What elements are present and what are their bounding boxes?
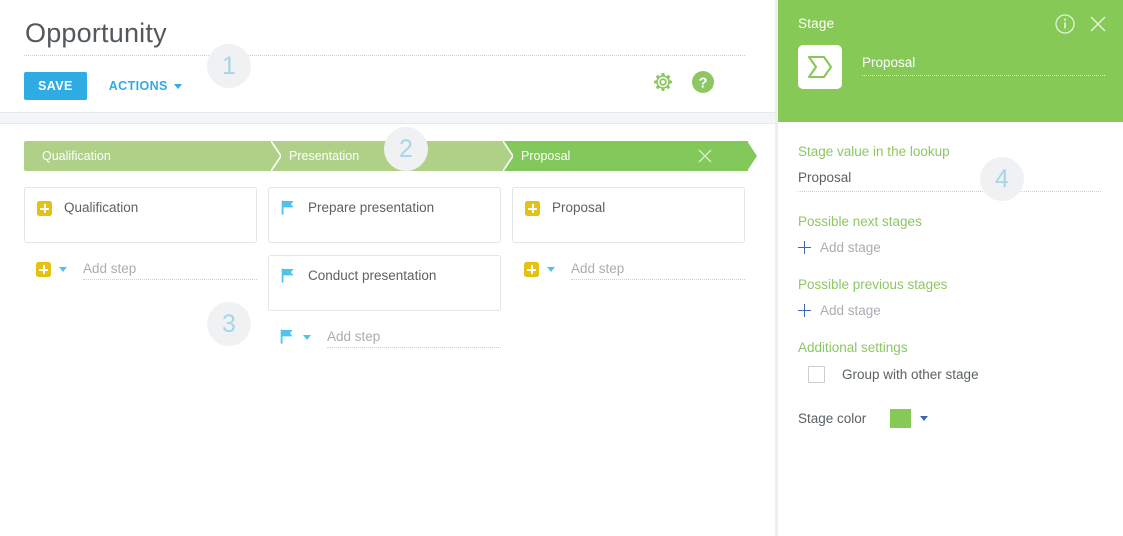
stage-bar: Qualification Presentation Proposal	[24, 141, 775, 171]
flag-icon	[281, 268, 296, 284]
plus-square-icon[interactable]	[524, 262, 539, 277]
stage-bar-wrapper: Qualification Presentation Proposal	[24, 141, 775, 171]
stage-segment-label: Proposal	[521, 149, 570, 163]
step-card-label: Prepare presentation	[308, 200, 434, 216]
stage-chevron-icon	[798, 45, 842, 89]
stage-column-proposal: Proposal Add step	[512, 187, 745, 351]
step-card[interactable]: Proposal	[512, 187, 745, 243]
plus-icon	[798, 241, 811, 254]
actions-label: ACTIONS	[109, 79, 168, 93]
stage-color-label: Stage color	[798, 411, 866, 426]
actions-dropdown-button[interactable]: ACTIONS	[109, 79, 182, 93]
plus-icon	[798, 304, 811, 317]
previous-stages-label: Possible previous stages	[798, 277, 1101, 292]
stage-segment-qualification[interactable]: Qualification	[24, 141, 271, 171]
stage-column-presentation: Prepare presentation Conduct presentatio…	[268, 187, 501, 351]
chevron-down-icon	[174, 84, 182, 89]
page-title: Opportunity	[24, 14, 745, 52]
panel-header-icons	[1055, 14, 1107, 34]
add-step-input[interactable]: Add step	[327, 326, 501, 348]
add-next-stage-button[interactable]: Add stage	[798, 240, 1101, 255]
stage-color-row: Stage color	[798, 409, 1101, 428]
panel-stage-row	[798, 45, 1105, 89]
stage-columns: Qualification Add step Prepare presentat…	[24, 187, 775, 351]
info-icon[interactable]	[1055, 14, 1075, 34]
step-card-label: Proposal	[552, 200, 605, 216]
step-card-label: Qualification	[64, 200, 138, 216]
step-card-label: Conduct presentation	[308, 268, 436, 284]
lookup-label: Stage value in the lookup	[798, 144, 1101, 159]
group-with-other-stage-row[interactable]: Group with other stage	[798, 366, 1101, 383]
toolbar-right-icons: ?	[651, 70, 715, 94]
page-header: Opportunity SAVE ACTIONS	[0, 0, 775, 102]
chevron-down-icon[interactable]	[59, 267, 67, 272]
add-step-input[interactable]: Add step	[83, 258, 257, 280]
toolbar: SAVE ACTIONS ?	[24, 56, 745, 102]
help-circle-icon[interactable]: ?	[691, 70, 715, 94]
add-next-stage-label: Add stage	[820, 240, 881, 255]
group-with-other-stage-checkbox[interactable]	[808, 366, 825, 383]
add-previous-stage-label: Add stage	[820, 303, 881, 318]
panel-header: Stage	[778, 0, 1123, 122]
plus-square-icon[interactable]	[36, 262, 51, 277]
close-icon[interactable]	[698, 149, 712, 163]
chevron-down-icon[interactable]	[920, 416, 928, 421]
stage-name-underline	[862, 75, 1105, 76]
chevron-down-icon[interactable]	[547, 267, 555, 272]
app-root: Opportunity SAVE ACTIONS	[0, 0, 1123, 536]
stage-segment-presentation[interactable]: Presentation	[271, 141, 503, 171]
add-step-row: Add step	[268, 323, 501, 351]
stage-notch-icon	[271, 141, 281, 171]
stage-segment-label: Presentation	[289, 149, 359, 163]
stage-name-input[interactable]	[862, 55, 1105, 75]
step-card[interactable]: Conduct presentation	[268, 255, 501, 311]
header-divider	[0, 112, 775, 124]
main-content: Opportunity SAVE ACTIONS	[0, 0, 775, 536]
add-step-row: Add step	[512, 255, 745, 283]
additional-settings-label: Additional settings	[798, 340, 1101, 355]
lookup-value-input[interactable]: Proposal	[798, 170, 1101, 192]
add-step-row: Add step	[24, 255, 257, 283]
stage-notch-icon	[503, 141, 513, 171]
add-step-input[interactable]: Add step	[571, 258, 745, 280]
step-card[interactable]: Qualification	[24, 187, 257, 243]
close-icon[interactable]	[1089, 15, 1107, 33]
next-stages-label: Possible next stages	[798, 214, 1101, 229]
svg-text:?: ?	[699, 75, 708, 91]
save-button[interactable]: SAVE	[24, 72, 87, 100]
flag-icon[interactable]	[280, 329, 295, 345]
panel-body: Stage value in the lookup Proposal Possi…	[778, 122, 1123, 428]
chevron-down-icon[interactable]	[303, 335, 311, 340]
step-card[interactable]: Prepare presentation	[268, 187, 501, 243]
stage-segment-proposal[interactable]: Proposal	[503, 141, 748, 171]
group-with-other-stage-label: Group with other stage	[842, 367, 979, 382]
add-previous-stage-button[interactable]: Add stage	[798, 303, 1101, 318]
stage-segment-label: Qualification	[42, 149, 111, 163]
stage-settings-panel: Stage	[778, 0, 1123, 536]
stage-name-field-wrapper	[862, 45, 1105, 76]
plus-square-icon	[37, 201, 52, 216]
stage-column-qualification: Qualification Add step	[24, 187, 257, 351]
gear-icon[interactable]	[651, 70, 675, 94]
stage-notch-icon	[748, 141, 758, 171]
plus-square-icon	[525, 201, 540, 216]
flag-icon	[281, 200, 296, 216]
stage-color-swatch[interactable]	[890, 409, 911, 428]
